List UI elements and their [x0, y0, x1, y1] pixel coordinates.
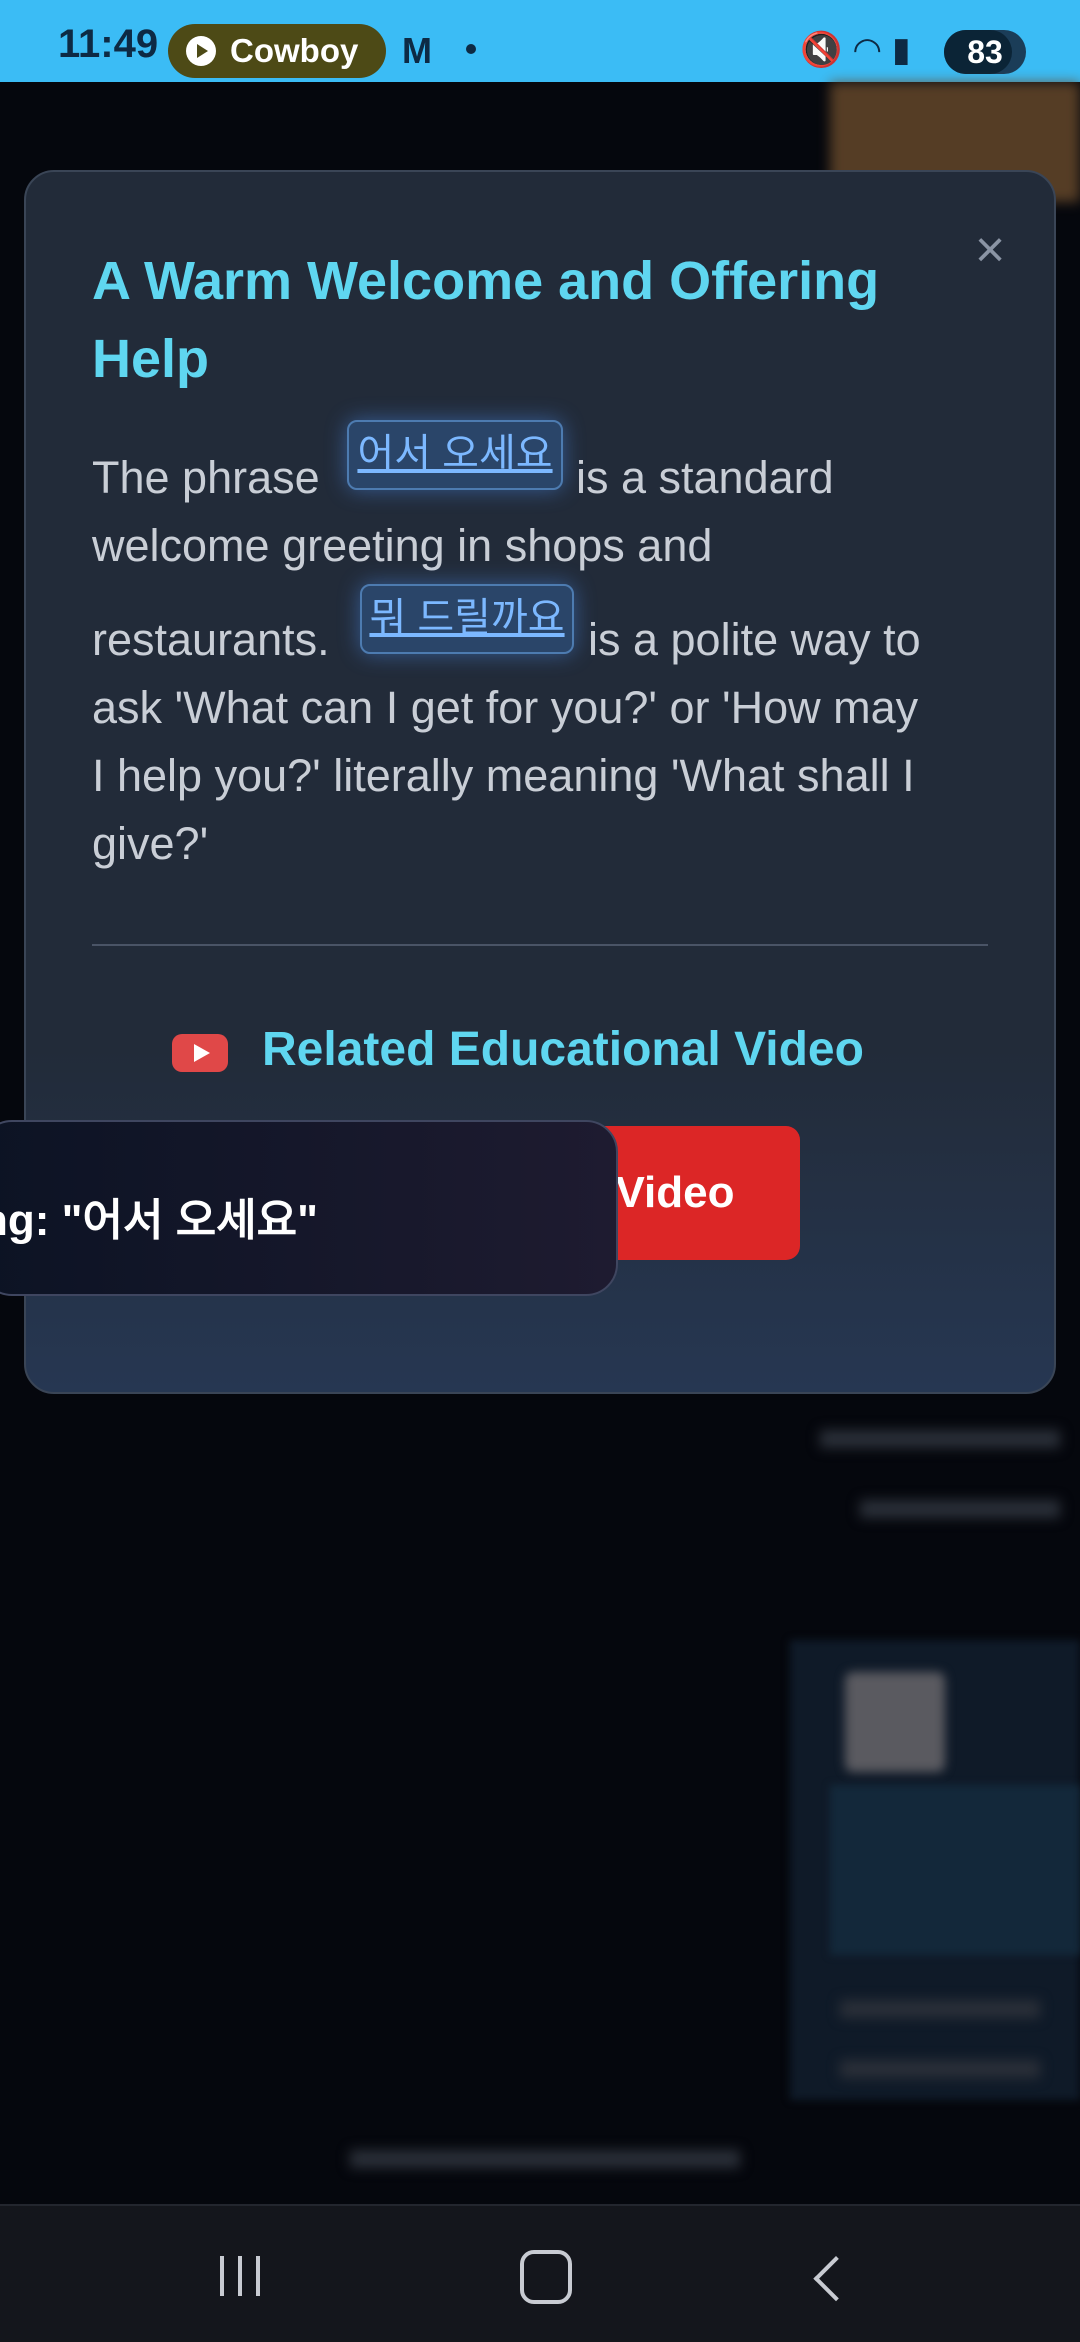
body-line-2: welcome greeting in shops and: [92, 520, 713, 571]
body-after-term1: is a standard: [576, 452, 834, 503]
back-icon[interactable]: [813, 2256, 859, 2302]
modal-title: A Warm Welcome and Offering Help: [92, 251, 880, 389]
battery-indicator: 83: [944, 30, 1026, 74]
section-divider: [92, 944, 988, 946]
background-message: [830, 1785, 1080, 1955]
video-button-label: Video: [615, 1168, 735, 1217]
background-text-line: [820, 1430, 1060, 1448]
notification-dot-icon: [466, 44, 476, 54]
signal-icon: ▮: [892, 31, 921, 69]
media-notification-pill[interactable]: Cowboy: [168, 24, 386, 78]
system-icons: 🔇◠▮: [800, 30, 921, 70]
status-time: 11:49: [58, 22, 159, 66]
body-line-5: I help you?' literally meaning 'What sha…: [92, 750, 915, 801]
body-after-term2: is a polite way to: [588, 614, 921, 665]
battery-level: 83: [967, 33, 1003, 70]
background-text-line: [840, 2000, 1040, 2018]
background-text-line: [840, 2060, 1040, 2078]
home-icon[interactable]: [520, 2250, 572, 2304]
gmail-icon: M: [402, 30, 432, 71]
body-line-6: give?': [92, 818, 209, 869]
youtube-icon: [172, 1034, 228, 1072]
term-chip-welcome[interactable]: 어서 오세요: [347, 420, 563, 490]
body-line-3-start: restaurants.: [92, 614, 330, 665]
video-section-title: Related Educational Video: [262, 1023, 864, 1076]
wifi-icon: ◠: [852, 31, 893, 69]
background-avatar: [845, 1672, 945, 1772]
body-intro: The phrase: [92, 452, 320, 503]
term-chip-offer[interactable]: 뭐 드릴까요: [360, 584, 574, 654]
playing-toast: ng: "어서 오세요": [0, 1120, 618, 1296]
toast-text: ng: "어서 오세요": [0, 1196, 318, 1245]
body-line-4: ask 'What can I get for you?' or 'How ma…: [92, 682, 919, 733]
background-text-line: [350, 2150, 740, 2168]
recent-apps-icon[interactable]: [218, 2256, 266, 2296]
play-icon: [186, 36, 216, 66]
close-icon[interactable]: ×: [966, 224, 1014, 276]
mute-icon: 🔇: [800, 31, 853, 69]
status-bar: 11:49 Cowboy M 🔇◠▮ 83: [0, 0, 1080, 82]
media-label: Cowboy: [230, 32, 359, 69]
navigation-bar: [0, 2204, 1080, 2342]
background-text-line: [860, 1500, 1060, 1518]
